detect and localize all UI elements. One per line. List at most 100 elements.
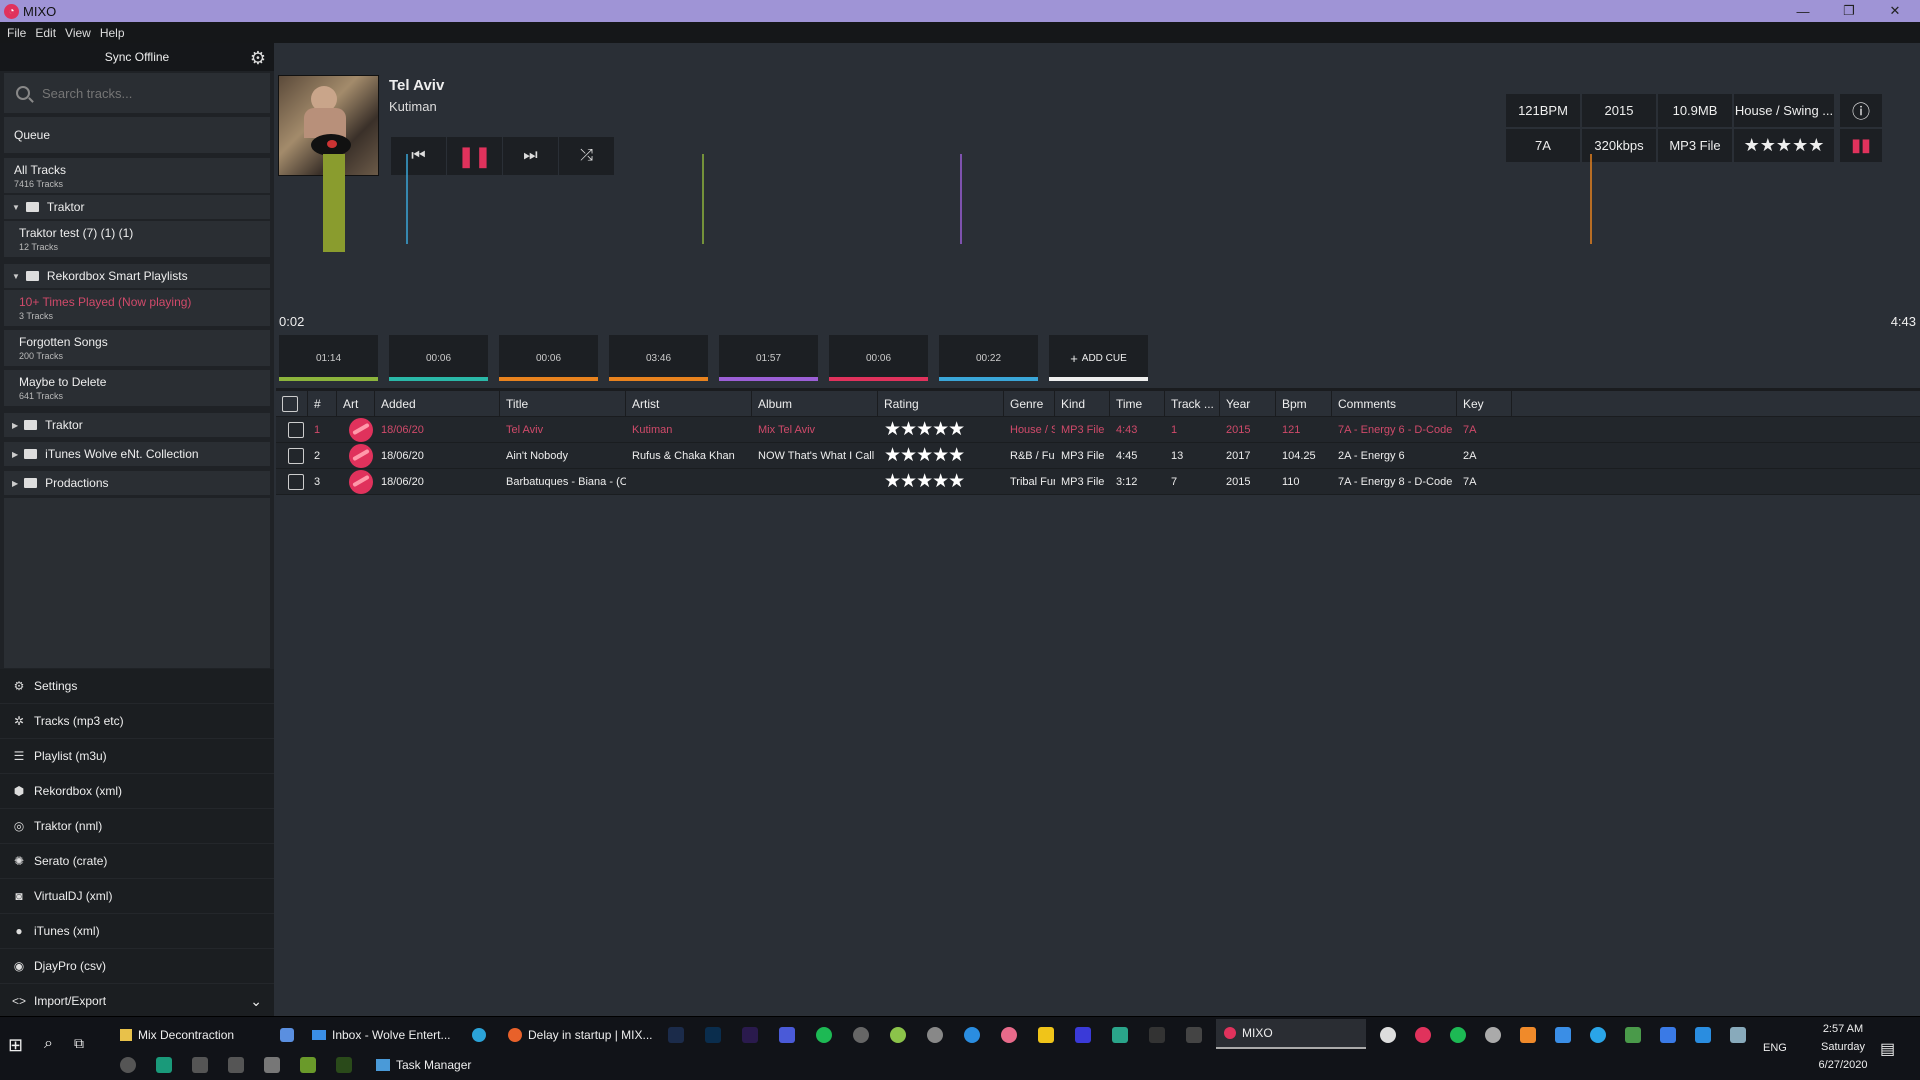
notifications-icon[interactable]: ▤	[1880, 1039, 1895, 1059]
export-itunes-button[interactable]: ● iTunes (xml)	[0, 914, 274, 949]
itunes-icon[interactable]	[1001, 1027, 1017, 1043]
taskbar-item-mixo[interactable]: MIXO	[1216, 1019, 1366, 1049]
waveform[interactable]	[280, 154, 1916, 254]
col-genre[interactable]: Genre	[1004, 390, 1055, 417]
col-rating[interactable]: Rating	[878, 390, 1004, 417]
taskbar-item-mix-decontraction[interactable]: Mix Decontraction	[120, 1025, 270, 1045]
search-icon[interactable]: ⌕	[44, 1035, 53, 1053]
export-playlist-button[interactable]: ☰ Playlist (m3u)	[0, 739, 274, 774]
folder-traktor[interactable]: ▼ Traktor	[4, 195, 270, 219]
col-artist[interactable]: Artist	[626, 390, 752, 417]
table-row[interactable]: 2 18/06/20 Ain't Nobody Rufus & Chaka Kh…	[276, 443, 1920, 469]
cue-button[interactable]: 03:46	[609, 335, 708, 381]
tray-icon[interactable]	[1660, 1027, 1676, 1043]
sidebar-item-now-playing[interactable]: 10+ Times Played (Now playing) 3 Tracks	[4, 290, 270, 326]
tray-icon[interactable]	[1730, 1027, 1746, 1043]
add-cue-button[interactable]: + ADD CUE	[1049, 335, 1148, 381]
cue-button[interactable]: 01:57	[719, 335, 818, 381]
sidebar-item-forgotten-songs[interactable]: Forgotten Songs 200 Tracks	[4, 330, 270, 366]
folder-traktor-2[interactable]: ▶ Traktor	[4, 413, 270, 437]
col-kind[interactable]: Kind	[1055, 390, 1110, 417]
folder-prodactions[interactable]: ▶ Prodactions	[4, 471, 270, 495]
sidebar-item-traktor-test[interactable]: Traktor test (7) (1) (1) 12 Tracks	[4, 221, 270, 257]
row-checkbox[interactable]	[276, 469, 308, 495]
tray-icon[interactable]	[1590, 1027, 1606, 1043]
menu-file[interactable]: File	[7, 26, 26, 40]
app-icon[interactable]	[156, 1057, 172, 1073]
col-year[interactable]: Year	[1220, 390, 1276, 417]
col-num[interactable]: #	[308, 390, 337, 417]
select-all-checkbox[interactable]	[276, 390, 308, 417]
row-checkbox[interactable]	[276, 417, 308, 443]
export-rekordbox-button[interactable]: ⬢ Rekordbox (xml)	[0, 774, 274, 809]
cue-button[interactable]: 00:22	[939, 335, 1038, 381]
clock-time[interactable]: 2:57 AM	[1808, 1023, 1878, 1035]
tray-icon[interactable]	[1485, 1027, 1501, 1043]
sidebar-item-all-tracks[interactable]: All Tracks 7416 Tracks	[4, 158, 270, 193]
taskbar-item-delay[interactable]: Delay in startup | MIX...	[508, 1025, 658, 1045]
search-box[interactable]	[4, 73, 270, 113]
app-icon[interactable]	[120, 1057, 136, 1073]
photoshop-icon[interactable]	[705, 1027, 721, 1043]
task-view-icon[interactable]: ⧉	[74, 1035, 84, 1052]
app-icon[interactable]	[890, 1027, 906, 1043]
taskbar-item-inbox[interactable]: Inbox - Wolve Entert...	[312, 1025, 462, 1045]
minimize-button[interactable]: —	[1780, 0, 1826, 22]
folder-rekordbox[interactable]: ▼ Rekordbox Smart Playlists	[4, 264, 270, 288]
table-row[interactable]: 3 18/06/20 Barbatuques - Biana - (C ★★★★…	[276, 469, 1920, 495]
app-icon[interactable]	[927, 1027, 943, 1043]
table-row[interactable]: 1 18/06/20 Tel Aviv Kutiman Mix Tel Aviv…	[276, 417, 1920, 443]
menu-view[interactable]: View	[65, 26, 91, 40]
cue-button[interactable]: 01:14	[279, 335, 378, 381]
tray-icon[interactable]	[1555, 1027, 1571, 1043]
premiere-icon[interactable]	[742, 1027, 758, 1043]
app-icon[interactable]	[1112, 1027, 1128, 1043]
col-art[interactable]: Art	[337, 390, 375, 417]
gear-icon[interactable]: ⚙	[250, 48, 266, 69]
col-time[interactable]: Time	[1110, 390, 1165, 417]
tray-icon[interactable]	[1380, 1027, 1396, 1043]
col-key[interactable]: Key	[1457, 390, 1512, 417]
app-icon[interactable]	[264, 1057, 280, 1073]
export-djaypro-button[interactable]: ◉ DjayPro (csv)	[0, 949, 274, 984]
taskbar-item-task-manager[interactable]: Task Manager	[376, 1055, 526, 1075]
col-added[interactable]: Added	[375, 390, 500, 417]
nvidia-icon[interactable]	[336, 1057, 352, 1073]
col-title[interactable]: Title	[500, 390, 626, 417]
export-traktor-button[interactable]: ◎ Traktor (nml)	[0, 809, 274, 844]
app-icon[interactable]	[1038, 1027, 1054, 1043]
sidebar-item-maybe-delete[interactable]: Maybe to Delete 641 Tracks	[4, 370, 270, 406]
app-icon[interactable]	[964, 1027, 980, 1043]
menu-help[interactable]: Help	[100, 26, 125, 40]
menu-edit[interactable]: Edit	[35, 26, 56, 40]
app-icon[interactable]	[1186, 1027, 1202, 1043]
info-button[interactable]: ⓘ	[1840, 94, 1882, 127]
cell-rating[interactable]: ★★★★★	[878, 443, 1004, 469]
close-button[interactable]: ✕	[1872, 0, 1918, 22]
restore-button[interactable]: ❐	[1826, 0, 1872, 22]
cue-button[interactable]: 00:06	[499, 335, 598, 381]
app-icon[interactable]	[853, 1027, 869, 1043]
export-serato-button[interactable]: ✺ Serato (crate)	[0, 844, 274, 879]
folder-itunes[interactable]: ▶ iTunes Wolve eNt. Collection	[4, 442, 270, 466]
windows-start-icon[interactable]: ⊞	[8, 1035, 23, 1056]
sidebar-item-queue[interactable]: Queue	[4, 117, 270, 153]
input-language[interactable]: ENG	[1763, 1042, 1787, 1054]
import-export-button[interactable]: <> Import/Export ⌄	[0, 984, 274, 1019]
row-checkbox[interactable]	[276, 443, 308, 469]
cell-rating[interactable]: ★★★★★	[878, 469, 1004, 495]
tray-icon[interactable]	[1625, 1027, 1641, 1043]
export-virtualdj-button[interactable]: ◙ VirtualDJ (xml)	[0, 879, 274, 914]
app-icon[interactable]	[192, 1057, 208, 1073]
col-album[interactable]: Album	[752, 390, 878, 417]
cell-rating[interactable]: ★★★★★	[878, 417, 1004, 443]
tray-icon[interactable]	[1415, 1027, 1431, 1043]
tray-icon[interactable]	[1450, 1027, 1466, 1043]
app-icon[interactable]	[228, 1057, 244, 1073]
tray-icon[interactable]	[1520, 1027, 1536, 1043]
col-bpm[interactable]: Bpm	[1276, 390, 1332, 417]
app-icon[interactable]	[1149, 1027, 1165, 1043]
settings-button[interactable]: ⚙ Settings	[0, 669, 274, 704]
spotify-icon[interactable]	[816, 1027, 832, 1043]
col-track[interactable]: Track ...	[1165, 390, 1220, 417]
